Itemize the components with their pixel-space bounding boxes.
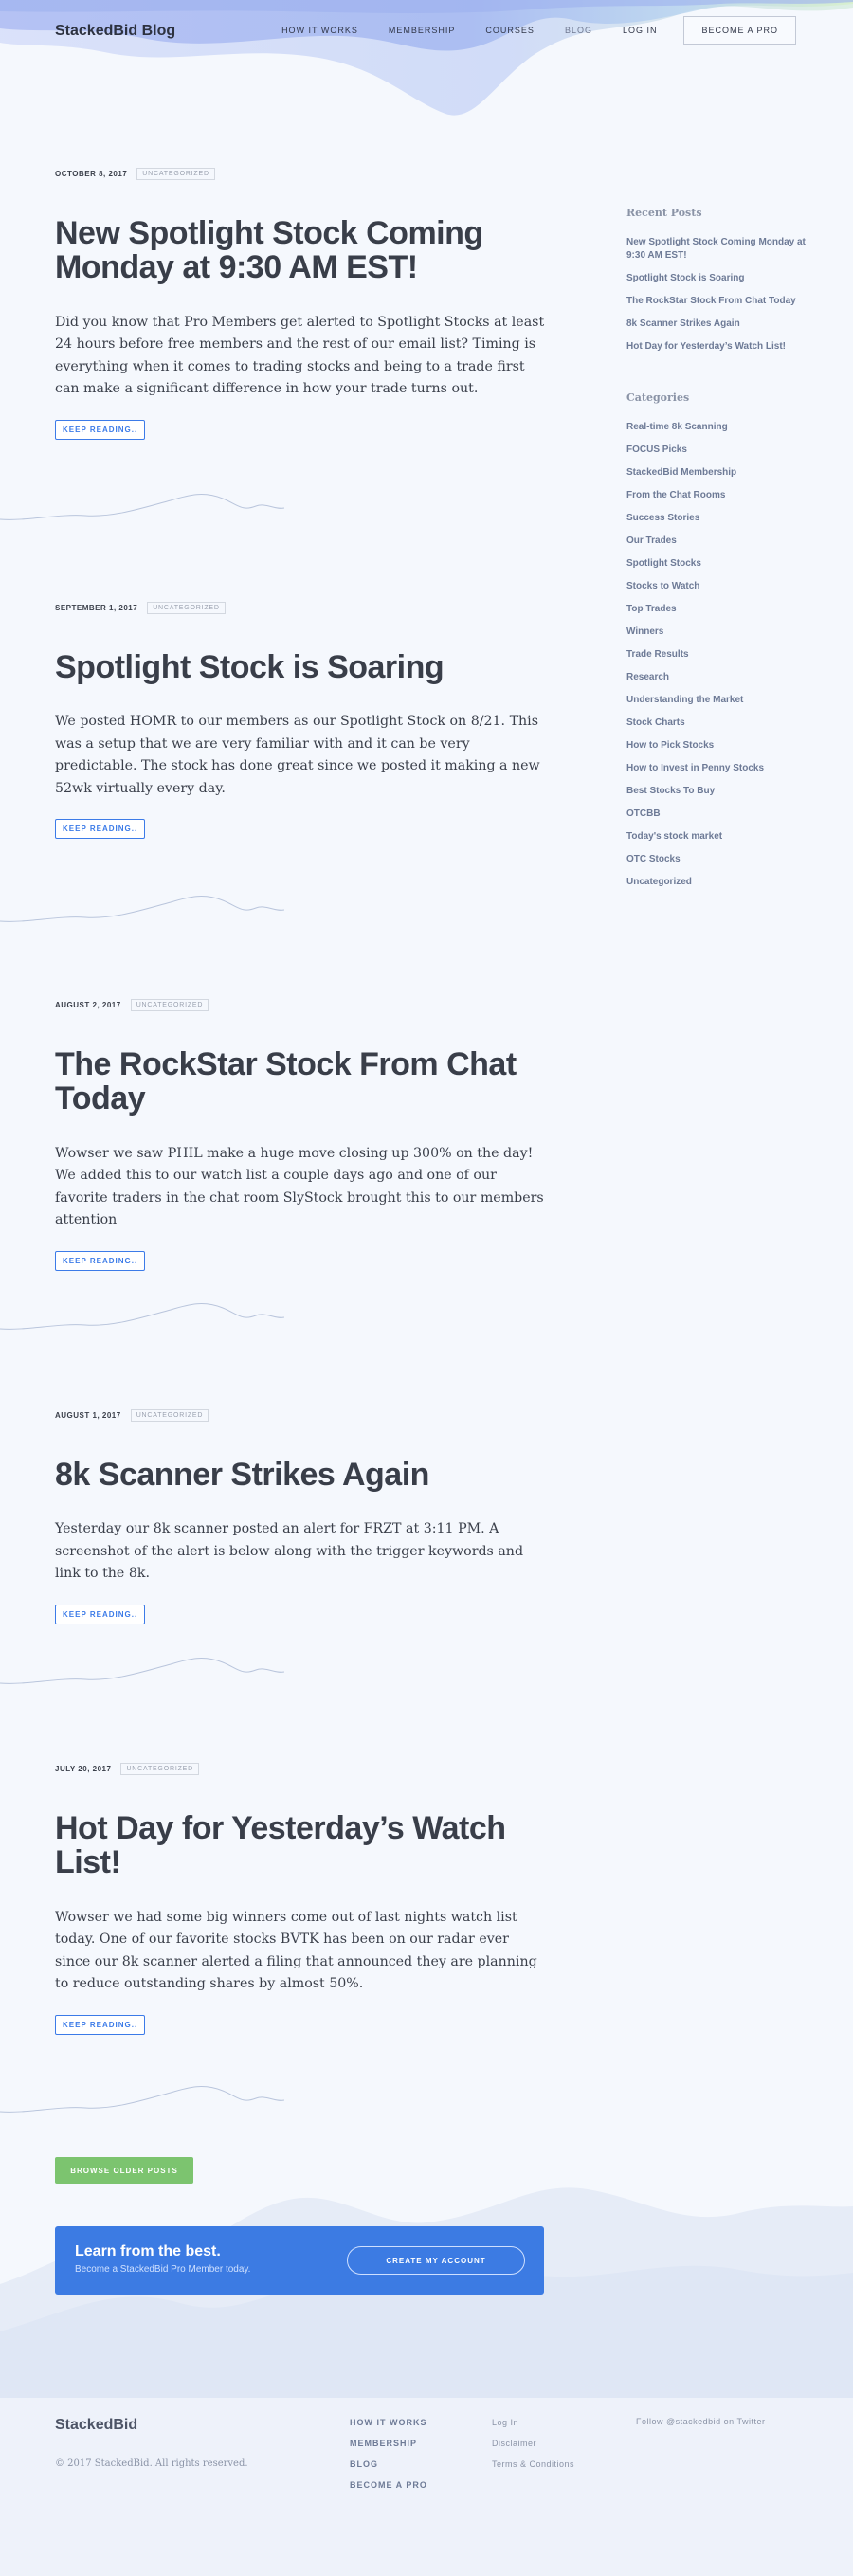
keep-reading-button[interactable]: KEEP READING.. bbox=[55, 2014, 146, 2035]
recent-post-link[interactable]: Hot Day for Yesterday’s Watch List! bbox=[626, 340, 826, 354]
post-meta: AUGUST 2, 2017 UNCATEGORIZED bbox=[55, 999, 548, 1011]
post-title[interactable]: Spotlight Stock is Soaring bbox=[55, 650, 548, 685]
post-category-tag[interactable]: UNCATEGORIZED bbox=[130, 1409, 209, 1422]
post-category-tag[interactable]: UNCATEGORIZED bbox=[130, 999, 209, 1011]
footer-link-terms[interactable]: Terms & Conditions bbox=[492, 2458, 574, 2470]
category-link[interactable]: OTC Stocks bbox=[626, 853, 826, 866]
post-category-tag[interactable]: UNCATEGORIZED bbox=[120, 1763, 199, 1775]
site-header: StackedBid Blog HOW IT WORKS MEMBERSHIP … bbox=[0, 0, 853, 63]
post-date: AUGUST 1, 2017 bbox=[55, 1411, 121, 1420]
browse-older-posts-button[interactable]: BROWSE OLDER POSTS bbox=[55, 2157, 193, 2184]
category-link[interactable]: Research bbox=[626, 671, 826, 684]
category-link[interactable]: Uncategorized bbox=[626, 876, 826, 889]
recent-post-link[interactable]: New Spotlight Stock Coming Monday at 9:3… bbox=[626, 236, 826, 263]
category-link[interactable]: FOCUS Picks bbox=[626, 444, 826, 457]
post-excerpt: Wowser we saw PHIL make a huge move clos… bbox=[55, 1145, 544, 1228]
twitter-follow-link[interactable]: Follow @stackedbid on Twitter bbox=[636, 2417, 766, 2426]
cta-title: Learn from the best. bbox=[75, 2243, 221, 2259]
category-link[interactable]: How to Pick Stocks bbox=[626, 739, 826, 753]
keep-reading-button[interactable]: KEEP READING.. bbox=[55, 819, 146, 840]
keep-reading-button[interactable]: KEEP READING.. bbox=[55, 419, 146, 440]
keep-reading-button[interactable]: KEEP READING.. bbox=[55, 1604, 146, 1624]
site-logo[interactable]: StackedBid Blog bbox=[55, 23, 175, 40]
footer-copyright: © 2017 StackedBid. All rights reserved. bbox=[55, 2458, 248, 2469]
footer-logo[interactable]: StackedBid bbox=[55, 2417, 137, 2434]
categories-list: Real-time 8k Scanning FOCUS Picks Stacke… bbox=[626, 421, 826, 889]
category-link[interactable]: Top Trades bbox=[626, 603, 826, 616]
recent-post-link[interactable]: Spotlight Stock is Soaring bbox=[626, 272, 826, 285]
create-account-button[interactable]: CREATE MY ACCOUNT bbox=[347, 2246, 525, 2275]
post-card: AUGUST 1, 2017 UNCATEGORIZED 8k Scanner … bbox=[55, 1409, 548, 1624]
category-link[interactable]: StackedBid Membership bbox=[626, 466, 826, 480]
cta-subtitle: Become a StackedBid Pro Member today. bbox=[75, 2264, 251, 2275]
post-excerpt: Wowser we had some big winners come out … bbox=[55, 1909, 537, 1992]
post-title[interactable]: New Spotlight Stock Coming Monday at 9:3… bbox=[55, 216, 548, 285]
sidebar: Recent Posts New Spotlight Stock Coming … bbox=[626, 207, 826, 898]
wave-divider bbox=[0, 896, 284, 922]
recent-post-link[interactable]: The RockStar Stock From Chat Today bbox=[626, 295, 826, 308]
category-link[interactable]: Understanding the Market bbox=[626, 694, 826, 707]
post-meta: OCTOBER 8, 2017 UNCATEGORIZED bbox=[55, 168, 548, 180]
footer-links: Log In Disclaimer Terms & Conditions bbox=[492, 2417, 574, 2479]
category-link[interactable]: Real-time 8k Scanning bbox=[626, 421, 826, 434]
wave-divider bbox=[0, 2086, 284, 2113]
wave-divider bbox=[0, 494, 284, 520]
post-card: OCTOBER 8, 2017 UNCATEGORIZED New Spotli… bbox=[55, 168, 548, 440]
post-card: JULY 20, 2017 UNCATEGORIZED Hot Day for … bbox=[55, 1763, 548, 2035]
footer-link-log-in[interactable]: Log In bbox=[492, 2417, 574, 2428]
recent-posts-list: New Spotlight Stock Coming Monday at 9:3… bbox=[626, 236, 826, 354]
recent-posts-heading: Recent Posts bbox=[626, 207, 702, 219]
category-link[interactable]: Spotlight Stocks bbox=[626, 557, 826, 571]
post-meta: JULY 20, 2017 UNCATEGORIZED bbox=[55, 1763, 548, 1775]
post-title[interactable]: The RockStar Stock From Chat Today bbox=[55, 1047, 548, 1116]
category-link[interactable]: Our Trades bbox=[626, 535, 826, 548]
category-link[interactable]: OTCBB bbox=[626, 807, 826, 821]
post-card: AUGUST 2, 2017 UNCATEGORIZED The RockSta… bbox=[55, 999, 548, 1271]
category-link[interactable]: Success Stories bbox=[626, 512, 826, 525]
category-link[interactable]: Stocks to Watch bbox=[626, 580, 826, 593]
post-title[interactable]: Hot Day for Yesterday’s Watch List! bbox=[55, 1811, 548, 1880]
category-link[interactable]: How to Invest in Penny Stocks bbox=[626, 762, 826, 775]
post-excerpt: We posted HOMR to our members as our Spo… bbox=[55, 714, 540, 796]
post-date: OCTOBER 8, 2017 bbox=[55, 170, 128, 178]
categories-heading: Categories bbox=[626, 391, 690, 404]
wave-divider bbox=[0, 1303, 284, 1330]
post-card: SEPTEMBER 1, 2017 UNCATEGORIZED Spotligh… bbox=[55, 602, 548, 840]
cta-banner: Learn from the best. Become a StackedBid… bbox=[55, 2226, 544, 2295]
post-title[interactable]: 8k Scanner Strikes Again bbox=[55, 1458, 548, 1493]
recent-post-link[interactable]: 8k Scanner Strikes Again bbox=[626, 317, 826, 331]
nav-courses[interactable]: COURSES bbox=[485, 26, 535, 35]
post-date: JULY 20, 2017 bbox=[55, 1765, 112, 1773]
become-a-pro-button[interactable]: BECOME A PRO bbox=[683, 16, 796, 45]
footer-link-disclaimer[interactable]: Disclaimer bbox=[492, 2438, 574, 2449]
post-excerpt: Did you know that Pro Members get alerte… bbox=[55, 314, 545, 397]
category-link[interactable]: Today's stock market bbox=[626, 830, 826, 844]
footer-nav-blog[interactable]: BLOG bbox=[350, 2458, 427, 2470]
footer-nav-membership[interactable]: MEMBERSHIP bbox=[350, 2438, 427, 2449]
category-link[interactable]: Trade Results bbox=[626, 648, 826, 662]
category-link[interactable]: Stock Charts bbox=[626, 717, 826, 730]
category-link[interactable]: Best Stocks To Buy bbox=[626, 785, 826, 798]
post-date: SEPTEMBER 1, 2017 bbox=[55, 604, 138, 612]
post-meta: AUGUST 1, 2017 UNCATEGORIZED bbox=[55, 1409, 548, 1422]
category-link[interactable]: From the Chat Rooms bbox=[626, 489, 826, 502]
post-meta: SEPTEMBER 1, 2017 UNCATEGORIZED bbox=[55, 602, 548, 614]
footer-nav: HOW IT WORKS MEMBERSHIP BLOG BECOME A PR… bbox=[350, 2417, 427, 2500]
nav-log-in[interactable]: LOG IN bbox=[623, 26, 658, 35]
site-footer: StackedBid © 2017 StackedBid. All rights… bbox=[0, 2398, 853, 2576]
category-link[interactable]: Winners bbox=[626, 626, 826, 639]
post-excerpt: Yesterday our 8k scanner posted an alert… bbox=[55, 1521, 524, 1582]
nav-membership[interactable]: MEMBERSHIP bbox=[389, 26, 456, 35]
footer-nav-how-it-works[interactable]: HOW IT WORKS bbox=[350, 2417, 427, 2428]
footer-nav-become-a-pro[interactable]: BECOME A PRO bbox=[350, 2479, 427, 2491]
post-category-tag[interactable]: UNCATEGORIZED bbox=[147, 602, 226, 614]
main-nav: HOW IT WORKS MEMBERSHIP COURSES BLOG LOG… bbox=[251, 16, 796, 45]
nav-blog[interactable]: BLOG bbox=[565, 26, 592, 35]
post-category-tag[interactable]: UNCATEGORIZED bbox=[136, 168, 215, 180]
post-date: AUGUST 2, 2017 bbox=[55, 1001, 121, 1009]
nav-how-it-works[interactable]: HOW IT WORKS bbox=[281, 26, 358, 35]
keep-reading-button[interactable]: KEEP READING.. bbox=[55, 1250, 146, 1271]
wave-divider bbox=[0, 1658, 284, 1684]
